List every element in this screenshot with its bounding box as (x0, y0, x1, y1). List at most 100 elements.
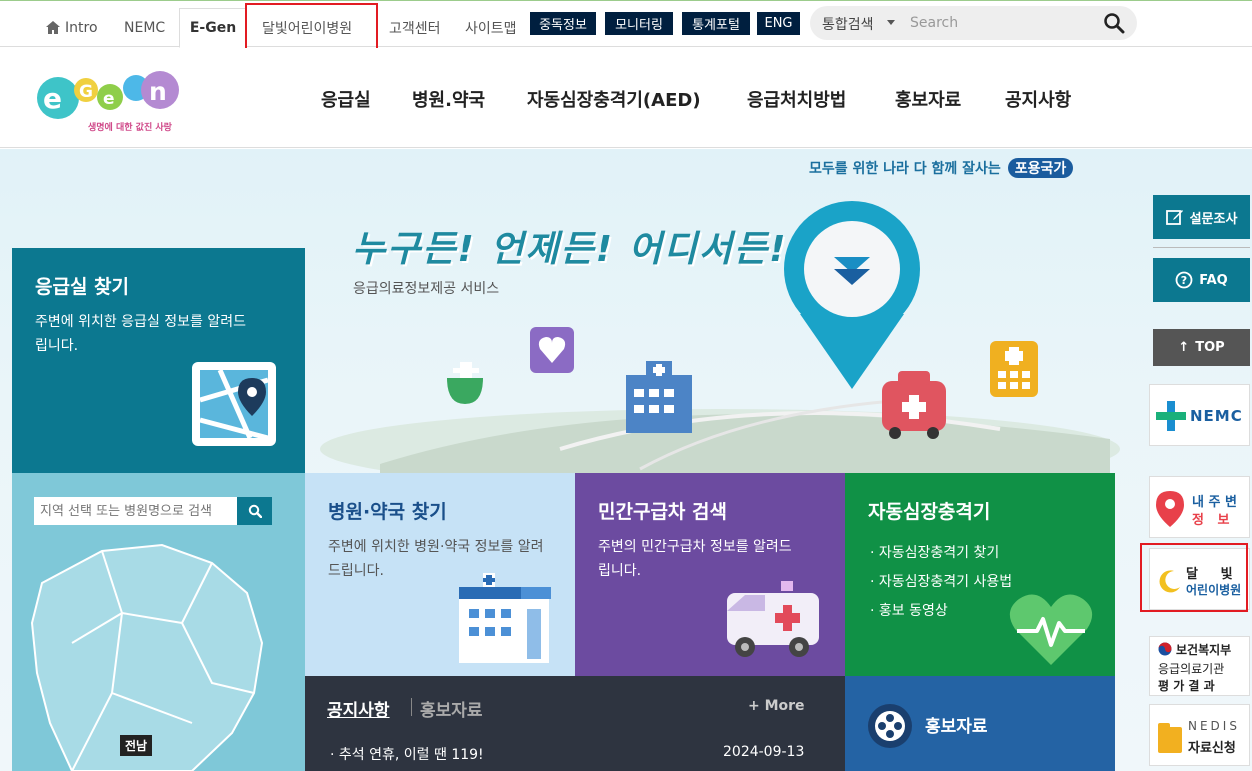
gnb-aed[interactable]: 자동심장충격기(AED) (527, 86, 701, 112)
side-divider (1153, 247, 1250, 248)
nav-customer-link[interactable]: 고객센터 (389, 8, 441, 47)
edit-icon (1165, 210, 1183, 225)
gnb-promo[interactable]: 홍보자료 (895, 86, 961, 112)
nedis-banner[interactable]: NEDIS 자료신청 (1149, 704, 1250, 766)
er-search-input[interactable] (34, 497, 237, 525)
er-search-box (34, 497, 272, 525)
promo-panel[interactable]: 홍보자료 (845, 676, 1115, 771)
gnb-notice[interactable]: 공지사항 (1005, 86, 1071, 112)
ambulance-search-card[interactable]: 민간구급차 검색 주변의 민간구급차 정보를 알려드립니다. (575, 473, 845, 676)
aed-menu-usage[interactable]: · 자동심장충격기 사용법 (870, 568, 1012, 597)
logo-tagline: 생명에 대한 값진 사랑 (88, 123, 172, 133)
tab-notice[interactable]: 공지사항 (327, 696, 390, 721)
caret-down-icon[interactable] (887, 20, 895, 25)
mohw-label-3: 평 가 결 과 (1158, 679, 1215, 693)
nav-intro-link[interactable]: Intro (46, 8, 98, 47)
notice-item-title: 추석 연휴, 이럴 땐 119! (338, 747, 484, 763)
svg-text:?: ? (1181, 274, 1187, 287)
location-pin-icon (1156, 491, 1184, 527)
highlight-box-top (245, 3, 378, 50)
ambulance-search-desc: 주변의 민간구급차 정보를 알려드립니다. (598, 539, 792, 579)
notice-item[interactable]: · 추석 연휴, 이럴 땐 119! (330, 744, 484, 764)
aed-menu-find-label: 자동심장충격기 찾기 (878, 545, 1000, 561)
search-box: 통합검색 (810, 6, 1137, 40)
aed-card[interactable]: 자동심장충격기 · 자동심장충격기 찾기 · 자동심장충격기 사용법 · 홍보 … (845, 473, 1115, 676)
gnb-emergency-room[interactable]: 응급실 (321, 86, 371, 112)
hero-title: 누구든! 언제든! 어디서든! (352, 229, 788, 270)
tab-promo[interactable]: 홍보자료 (420, 696, 483, 721)
stats-portal-button[interactable]: 통계포털 (682, 12, 750, 35)
er-region-map[interactable]: 전남 (12, 473, 305, 771)
slogan-pill: 포용국가 (1007, 158, 1074, 178)
nedis-label-1: NEDIS (1188, 719, 1240, 733)
my-area-label-2: 정 보 (1192, 513, 1230, 528)
aed-menu-video[interactable]: · 홍보 동영상 (870, 597, 1012, 626)
mohw-banner[interactable]: 보건복지부 응급의료기관 평 가 결 과 (1149, 636, 1250, 696)
er-finder-card[interactable]: 응급실 찾기 주변에 위치한 응급실 정보를 알려드립니다. (12, 248, 305, 483)
survey-button[interactable]: 설문조사 (1153, 195, 1250, 239)
main-header: e G e n 생명에 대한 값진 사랑 응급실 병원.약국 자동심장충격기(A… (0, 48, 1252, 148)
tab-separator (411, 698, 412, 716)
nedis-label-2: 자료신청 (1188, 741, 1236, 756)
survey-label: 설문조사 (1189, 211, 1238, 227)
question-icon: ? (1175, 271, 1193, 289)
map-pin-icon (192, 362, 276, 446)
aed-menu-find[interactable]: · 자동심장충격기 찾기 (870, 539, 1012, 568)
er-search-button[interactable] (237, 497, 272, 525)
aed-menu-video-label: 홍보 동영상 (878, 603, 948, 619)
my-area-banner[interactable]: 내 주 변 정 보 (1149, 476, 1250, 538)
top-line (0, 0, 1252, 1)
hero-subtitle: 응급의료정보제공 서비스 (353, 281, 500, 297)
search-input[interactable] (910, 11, 1090, 35)
hospital-finder-title: 병원·약국 찾기 (328, 501, 447, 523)
faq-label: FAQ (1199, 272, 1228, 288)
more-link[interactable]: + More (748, 698, 805, 714)
svg-text:e: e (103, 89, 115, 109)
slogan-banner: 모두를 위한 나라 다 함께 잘사는 포용국가 (809, 158, 1074, 178)
gnb-first-aid[interactable]: 응급처치방법 (747, 86, 846, 112)
egen-logo[interactable]: e G e n 생명에 대한 값진 사랑 (30, 66, 190, 136)
nav-sitemap-link[interactable]: 사이트맵 (465, 8, 517, 47)
hospital-building-icon (459, 573, 551, 663)
top-button[interactable]: ↑ TOP (1153, 329, 1250, 366)
faq-button[interactable]: ? FAQ (1153, 258, 1250, 302)
promo-title: 홍보자료 (925, 717, 988, 737)
slogan-text: 모두를 위한 나라 다 함께 잘사는 (809, 161, 1001, 177)
highlight-box-side (1140, 543, 1248, 612)
film-reel-icon (868, 704, 912, 748)
ambulance-icon (727, 581, 819, 657)
heart-pulse-icon (1009, 594, 1093, 665)
svg-text:n: n (149, 77, 167, 106)
arrow-up-icon: ↑ (1178, 340, 1190, 355)
search-scope-select[interactable]: 통합검색 (822, 14, 874, 34)
monitoring-button[interactable]: 모니터링 (605, 12, 673, 35)
nemc-banner-label: NEMC (1190, 407, 1243, 425)
addiction-info-button[interactable]: 중독정보 (530, 12, 596, 35)
er-finder-title: 응급실 찾기 (35, 276, 130, 298)
nav-intro-label: Intro (65, 19, 98, 36)
home-icon (46, 21, 60, 34)
hospital-finder-card[interactable]: 병원·약국 찾기 주변에 위치한 병원·약국 정보를 알려드립니다. (305, 473, 575, 676)
folder-icon (1158, 723, 1182, 753)
nav-nemc-link[interactable]: NEMC (124, 8, 165, 47)
top-label: TOP (1195, 340, 1225, 355)
mohw-label-1: 보건복지부 (1176, 643, 1232, 657)
ambulance-search-title: 민간구급차 검색 (598, 501, 727, 523)
eng-button[interactable]: ENG (757, 12, 800, 35)
notice-panel: 공지사항 홍보자료 + More · 추석 연휴, 이럴 땐 119! 2024… (305, 676, 845, 771)
search-icon (248, 504, 262, 518)
aed-card-title: 자동심장충격기 (868, 501, 991, 523)
gnb-hospital-pharmacy[interactable]: 병원.약국 (412, 86, 485, 112)
notice-item-date: 2024-09-13 (723, 744, 805, 760)
nav-egen-tab[interactable]: E-Gen (179, 8, 247, 48)
aed-menu-usage-label: 자동심장충격기 사용법 (878, 574, 1013, 590)
er-finder-desc: 주변에 위치한 응급실 정보를 알려드립니다. (35, 314, 246, 354)
nemc-banner[interactable]: NEMC (1149, 384, 1250, 446)
svg-text:G: G (79, 82, 93, 102)
nemc-cross-icon (1156, 401, 1186, 431)
taeguk-icon (1158, 642, 1172, 656)
my-area-label-1: 내 주 변 (1192, 495, 1237, 510)
search-icon[interactable] (1103, 12, 1125, 34)
svg-text:e: e (43, 82, 62, 115)
region-label: 전남 (120, 735, 153, 756)
